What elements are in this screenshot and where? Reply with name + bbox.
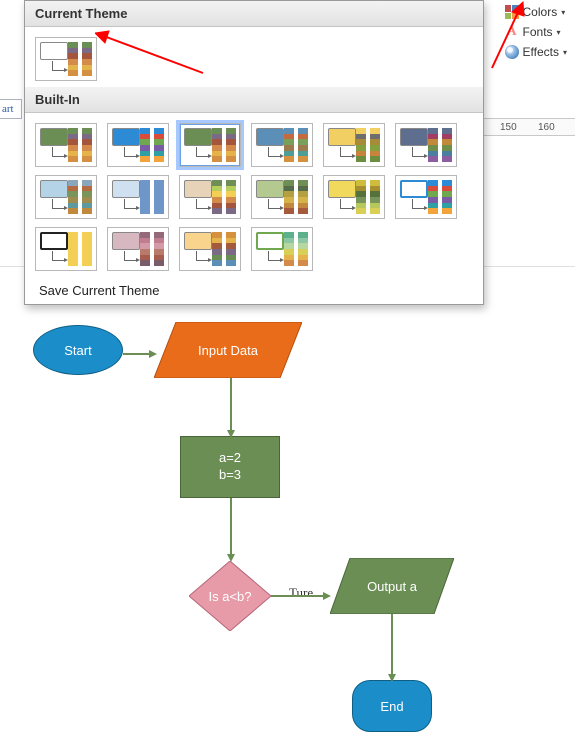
flow-node-output[interactable]: Output a (330, 558, 454, 614)
connector (225, 378, 237, 440)
builtin-theme-15[interactable] (251, 227, 313, 271)
flow-node-process[interactable]: a=2 b=3 (180, 436, 280, 498)
connector (123, 349, 157, 359)
decision-label: Is a<b? (208, 589, 251, 604)
builtin-header: Built-In (25, 87, 483, 113)
connector (225, 498, 237, 564)
builtin-theme-6[interactable] (35, 175, 97, 219)
save-current-theme[interactable]: Save Current Theme (25, 277, 483, 304)
theme-panel: Current Theme Built-In Save Current Them… (24, 0, 484, 305)
annotation-arrow (95, 25, 205, 75)
builtin-theme-12[interactable] (35, 227, 97, 271)
flow-node-end[interactable]: End (352, 680, 432, 732)
ruler: 150 160 (480, 118, 575, 136)
output-label: Output a (367, 579, 417, 594)
builtin-theme-3[interactable] (251, 123, 313, 167)
builtin-theme-1[interactable] (107, 123, 169, 167)
left-tag: art (0, 99, 22, 119)
start-label: Start (64, 343, 91, 358)
process-line1: a=2 (219, 450, 241, 467)
end-label: End (380, 699, 403, 714)
current-theme-swatch[interactable] (35, 37, 97, 81)
flow-node-input[interactable]: Input Data (154, 322, 302, 378)
builtin-theme-5[interactable] (395, 123, 457, 167)
builtin-theme-8[interactable] (179, 175, 241, 219)
input-label: Input Data (198, 343, 258, 358)
chevron-down-icon: ▾ (561, 8, 565, 17)
builtin-theme-11[interactable] (395, 175, 457, 219)
builtin-theme-10[interactable] (323, 175, 385, 219)
builtin-theme-grid (25, 113, 483, 277)
builtin-theme-9[interactable] (251, 175, 313, 219)
builtin-theme-2[interactable] (179, 123, 241, 167)
builtin-theme-14[interactable] (179, 227, 241, 271)
builtin-theme-0[interactable] (35, 123, 97, 167)
process-line2: b=3 (219, 467, 241, 484)
current-theme-header: Current Theme (25, 1, 483, 27)
annotation-arrow (490, 0, 530, 70)
builtin-theme-7[interactable] (107, 175, 169, 219)
chevron-down-icon: ▾ (557, 28, 561, 37)
builtin-theme-13[interactable] (107, 227, 169, 271)
chevron-down-icon: ▾ (563, 48, 567, 57)
builtin-theme-4[interactable] (323, 123, 385, 167)
connector (386, 614, 398, 684)
flow-node-decision[interactable]: Is a<b? (189, 561, 271, 631)
flow-node-start[interactable]: Start (33, 325, 123, 375)
connector (271, 591, 333, 601)
